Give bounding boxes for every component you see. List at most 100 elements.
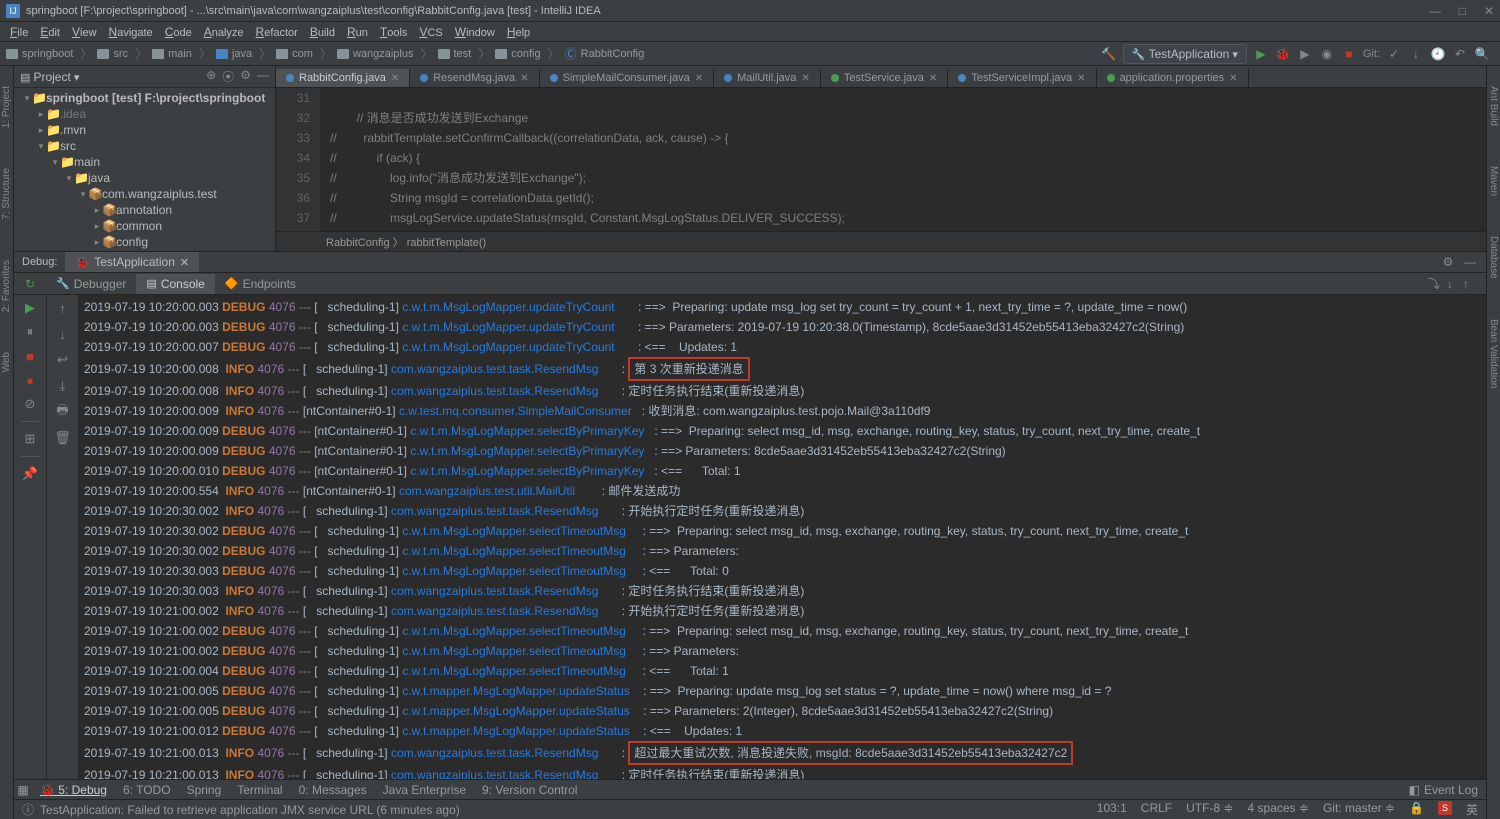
git-branch[interactable]: Git: master ≑ — [1323, 801, 1395, 818]
git-history-icon[interactable]: 🕘 — [1430, 46, 1446, 62]
editor-tab[interactable]: ResendMsg.java ✕ — [410, 69, 539, 87]
search-icon[interactable]: 🔍 — [1474, 46, 1490, 62]
tree-item[interactable]: ▾📁main — [14, 154, 275, 170]
close-tab-icon[interactable]: ✕ — [1077, 73, 1085, 84]
menu-view[interactable]: View — [66, 25, 103, 39]
tree-item[interactable]: ▾📁springboot [test] F:\project\springboo… — [14, 90, 275, 106]
step-out-icon[interactable]: ↑ — [1458, 276, 1474, 292]
menu-window[interactable]: Window — [449, 25, 501, 39]
select-open-icon[interactable]: ⦿ — [222, 68, 234, 85]
lock-icon[interactable]: 🔒 — [1409, 801, 1424, 818]
bottom-tab[interactable]: 6: TODO — [115, 783, 179, 797]
debug-settings-icon[interactable]: ⚙ — [1440, 254, 1456, 270]
pin-icon[interactable]: 📌 — [21, 465, 39, 483]
crumb-springboot[interactable]: springboot〉 — [6, 45, 95, 62]
scroll-down-icon[interactable]: ↓ — [54, 325, 72, 343]
debug-session-tab[interactable]: 🐞 TestApplication ✕ — [65, 252, 199, 272]
menu-file[interactable]: File — [4, 25, 34, 39]
tool-stripe-item[interactable]: Web — [1, 352, 12, 372]
ime-indicator[interactable]: S — [1438, 801, 1452, 815]
menu-tools[interactable]: Tools — [374, 25, 414, 39]
show-tool-windows-icon[interactable]: ▦ — [14, 783, 32, 797]
pause-icon[interactable]: ⏸ — [21, 323, 39, 341]
build-icon[interactable]: 🔨 — [1101, 46, 1117, 62]
debug-icon[interactable]: 🐞 — [1275, 46, 1291, 62]
print-icon[interactable]: 🖶 — [54, 403, 72, 421]
editor-breadcrumb[interactable]: RabbitConfig 〉 rabbitTemplate() — [276, 231, 1486, 251]
profile-icon[interactable]: ◉ — [1319, 46, 1335, 62]
tree-item[interactable]: ▾📁src — [14, 138, 275, 154]
editor-tab[interactable]: RabbitConfig.java ✕ — [276, 69, 410, 87]
editor-tab[interactable]: TestService.java ✕ — [821, 69, 948, 87]
console-output[interactable]: 2019-07-19 10:20:00.003 DEBUG 4076 --- [… — [78, 295, 1486, 779]
bottom-tab[interactable]: Spring — [179, 783, 230, 797]
editor[interactable]: 31323334353637 // 消息是否成功发送到Exchange // r… — [276, 88, 1486, 231]
rerun-icon[interactable]: ↻ — [14, 277, 46, 291]
git-revert-icon[interactable]: ↶ — [1452, 46, 1468, 62]
tree-item[interactable]: ▸📁.idea — [14, 106, 275, 122]
mute-breakpoints-icon[interactable]: ⊘ — [21, 395, 39, 413]
stop-debug-icon[interactable]: ■ — [21, 347, 39, 365]
editor-tab[interactable]: MailUtil.java ✕ — [714, 69, 821, 87]
endpoints-tab[interactable]: 🔶 Endpoints — [215, 274, 306, 294]
settings-gear-icon[interactable]: ⚙ — [240, 68, 251, 85]
indent-info[interactable]: 4 spaces ≑ — [1248, 801, 1309, 818]
menu-navigate[interactable]: Navigate — [103, 25, 159, 39]
maximize-button[interactable]: □ — [1459, 4, 1466, 18]
debugger-tab[interactable]: 🔧 Debugger — [46, 274, 136, 294]
coverage-icon[interactable]: ▶ — [1297, 46, 1313, 62]
crumb-test[interactable]: test〉 — [438, 45, 494, 62]
close-tab-icon[interactable]: ✕ — [1229, 73, 1237, 84]
editor-tab[interactable]: application.properties ✕ — [1097, 69, 1249, 87]
menu-code[interactable]: Code — [159, 25, 198, 39]
scroll-end-icon[interactable]: ⤓ — [54, 377, 72, 395]
editor-position[interactable]: 103:1 — [1097, 801, 1127, 818]
bottom-tab[interactable]: 🐞 5: Debug — [32, 783, 115, 797]
tool-stripe-item[interactable]: Maven — [1488, 166, 1499, 196]
collapse-icon[interactable]: ⊕ — [206, 68, 216, 85]
crumb-main[interactable]: main〉 — [152, 45, 214, 62]
run-config-selector[interactable]: 🔧 TestApplication ▾ — [1123, 44, 1247, 64]
git-pull-icon[interactable]: ↓ — [1408, 46, 1424, 62]
tree-item[interactable]: ▸📁.mvn — [14, 122, 275, 138]
close-tab-icon[interactable]: ✕ — [695, 73, 703, 84]
file-encoding[interactable]: UTF-8 ≑ — [1186, 801, 1233, 818]
breakpoints-icon[interactable]: ● — [21, 371, 39, 389]
editor-code[interactable]: // 消息是否成功发送到Exchange // rabbitTemplate.s… — [320, 88, 1486, 231]
crumb-src[interactable]: src〉 — [97, 45, 150, 62]
tool-stripe-item[interactable]: Bean Validation — [1488, 319, 1499, 388]
menu-analyze[interactable]: Analyze — [198, 25, 250, 39]
crumb-RabbitConfig[interactable]: Ⓒ RabbitConfig — [565, 45, 645, 62]
step-over-icon[interactable]: ⤵ — [1426, 276, 1442, 292]
tool-stripe-item[interactable]: Database — [1488, 236, 1499, 279]
scroll-up-icon[interactable]: ↑ — [54, 299, 72, 317]
menu-run[interactable]: Run — [341, 25, 374, 39]
tool-stripe-item[interactable]: 1: Project — [1, 86, 12, 128]
git-update-icon[interactable]: ✓ — [1386, 46, 1402, 62]
stop-icon[interactable]: ■ — [1341, 46, 1357, 62]
menu-build[interactable]: Build — [304, 25, 341, 39]
tree-item[interactable]: ▸📦annotation — [14, 202, 275, 218]
bottom-tab[interactable]: Terminal — [229, 783, 290, 797]
bottom-tab[interactable]: 0: Messages — [291, 783, 375, 797]
tool-stripe-item[interactable]: 2: Favorites — [1, 260, 12, 312]
tool-stripe-item[interactable]: 7: Structure — [1, 168, 12, 220]
close-tab-icon[interactable]: ✕ — [801, 73, 809, 84]
bottom-tab[interactable]: 9: Version Control — [474, 783, 585, 797]
event-log-button[interactable]: ◧ Event Log — [1401, 783, 1486, 797]
close-button[interactable]: ✕ — [1484, 4, 1494, 18]
menu-vcs[interactable]: VCS — [413, 25, 448, 39]
close-tab-icon[interactable]: ✕ — [391, 73, 399, 84]
tree-item[interactable]: ▾📦com.wangzaiplus.test — [14, 186, 275, 202]
breadcrumb-trail[interactable]: springboot〉 src〉 main〉 java〉 com〉 wangza… — [0, 45, 1101, 62]
tool-stripe-item[interactable]: Ant Build — [1488, 86, 1499, 126]
hide-icon[interactable]: — — [257, 68, 269, 85]
console-tab[interactable]: ▤ Console — [136, 274, 214, 294]
menu-help[interactable]: Help — [501, 25, 536, 39]
clear-icon[interactable]: 🗑 — [54, 429, 72, 447]
crumb-wangzaiplus[interactable]: wangzaiplus〉 — [337, 45, 436, 62]
step-into-icon[interactable]: ↓ — [1442, 276, 1458, 292]
line-separator[interactable]: CRLF — [1141, 801, 1172, 818]
layout-icon[interactable]: ⊞ — [21, 430, 39, 448]
minimize-button[interactable]: — — [1429, 4, 1441, 18]
